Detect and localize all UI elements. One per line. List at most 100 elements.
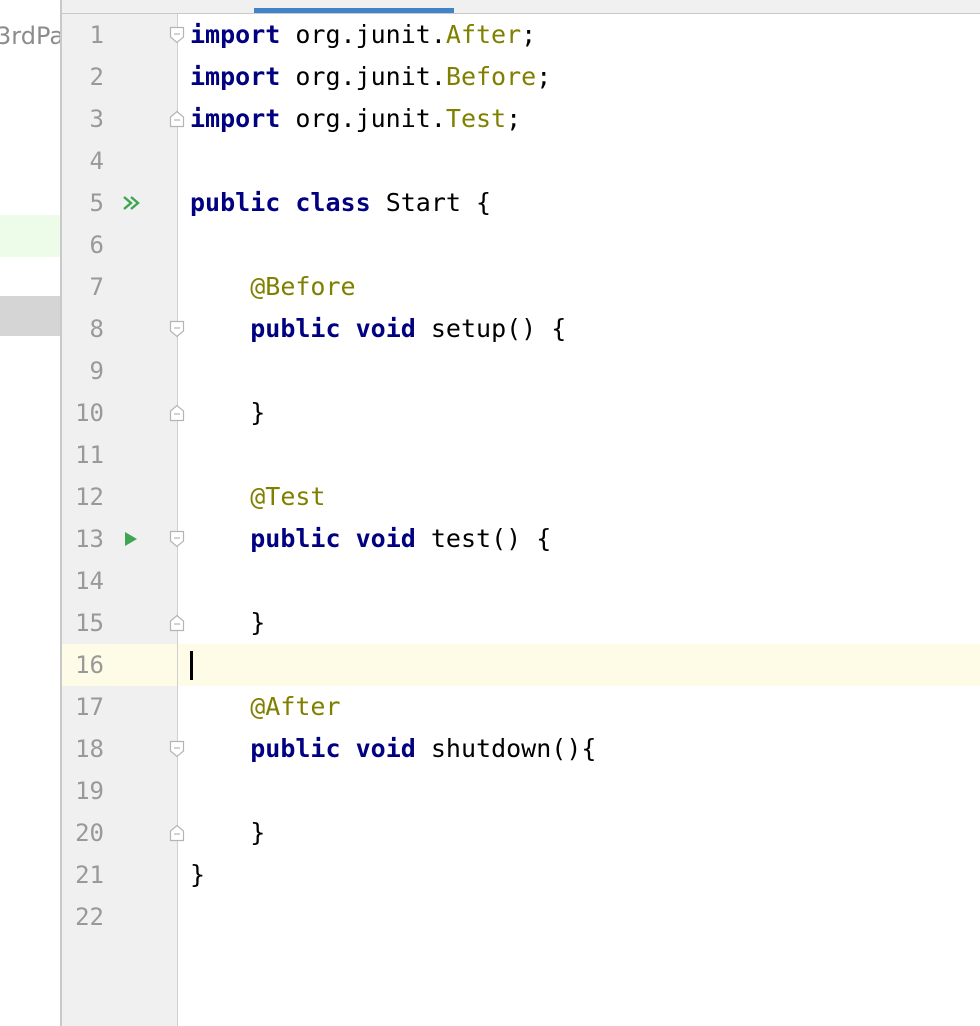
line-number[interactable]: 5 (62, 190, 104, 216)
code-token: } (190, 818, 266, 847)
line-number[interactable]: 13 (62, 526, 104, 552)
line-number[interactable]: 17 (62, 694, 104, 720)
code-token: } (190, 608, 266, 637)
gutter-line: 13 (62, 518, 185, 560)
code-line[interactable] (190, 224, 970, 266)
text-caret (190, 651, 193, 680)
code-line[interactable] (190, 350, 970, 392)
code-line[interactable] (190, 896, 970, 938)
project-tree-row-selected[interactable] (0, 296, 60, 336)
keyword-token: import (190, 104, 281, 133)
fold-start-icon[interactable] (169, 26, 185, 44)
line-number[interactable]: 2 (62, 64, 104, 90)
active-tab-indicator[interactable] (254, 8, 454, 13)
gutter-line: 8 (62, 308, 185, 350)
code-editor[interactable]: import org.junit.After; import org.junit.… (190, 14, 970, 938)
line-number[interactable]: 12 (62, 484, 104, 510)
keyword-token: public (190, 188, 281, 217)
line-number[interactable]: 8 (62, 316, 104, 342)
class-token: After (445, 20, 522, 49)
code-line[interactable]: public void setup() { (190, 308, 970, 350)
annotation-token: @After (250, 692, 341, 721)
line-number[interactable]: 18 (62, 736, 104, 762)
code-token: } (190, 860, 206, 889)
fold-end-icon[interactable] (169, 614, 185, 632)
fold-start-icon[interactable] (169, 320, 185, 338)
code-line[interactable]: import org.junit.After; (190, 14, 970, 56)
code-line[interactable]: import org.junit.Test; (190, 98, 970, 140)
gutter-line: 14 (62, 560, 177, 602)
line-number[interactable]: 1 (62, 22, 104, 48)
code-token: ; (536, 62, 552, 91)
code-line[interactable]: public void test() { (190, 518, 970, 560)
code-line[interactable] (190, 770, 970, 812)
line-number[interactable]: 6 (62, 232, 104, 258)
line-number[interactable]: 4 (62, 148, 104, 174)
code-line[interactable]: @After (190, 686, 970, 728)
keyword-token: class (295, 188, 371, 217)
code-line[interactable] (190, 560, 970, 602)
gutter-line: 6 (62, 224, 177, 266)
project-tree-item-label[interactable]: 3rdPa (0, 22, 60, 50)
class-token: Test (445, 104, 507, 133)
gutter-line: 19 (62, 770, 177, 812)
line-number[interactable]: 3 (62, 106, 104, 132)
gutter-line: 3 (62, 98, 185, 140)
fold-start-icon[interactable] (169, 740, 185, 758)
line-number[interactable]: 21 (62, 862, 104, 888)
code-token: shutdown(){ (415, 734, 597, 763)
class-token: Before (445, 62, 537, 91)
code-line[interactable]: public void shutdown(){ (190, 728, 970, 770)
keyword-token: public (250, 524, 341, 553)
code-line[interactable] (190, 434, 970, 476)
line-number[interactable]: 10 (62, 400, 104, 426)
line-number[interactable]: 14 (62, 568, 104, 594)
project-tree-row-highlighted[interactable] (0, 215, 60, 257)
code-token: ; (506, 104, 522, 133)
code-line[interactable]: } (190, 854, 970, 896)
annotation-token: @Before (250, 272, 356, 301)
code-line[interactable]: @Before (190, 266, 970, 308)
line-number[interactable]: 11 (62, 442, 104, 468)
run-test-icon[interactable] (122, 530, 142, 548)
code-line[interactable]: } (190, 602, 970, 644)
gutter-line: 11 (62, 434, 177, 476)
line-number[interactable]: 22 (62, 904, 104, 930)
line-number[interactable]: 16 (62, 652, 104, 678)
code-line[interactable]: @Test (190, 476, 970, 518)
gutter-divider (177, 14, 178, 1026)
line-number[interactable]: 7 (62, 274, 104, 300)
code-line[interactable]: } (190, 812, 970, 854)
code-token: org.junit. (280, 20, 446, 49)
fold-end-icon[interactable] (169, 404, 185, 422)
code-token: setup() { (415, 314, 567, 343)
code-line[interactable] (190, 140, 970, 182)
keyword-token: public (250, 314, 341, 343)
line-number[interactable]: 9 (62, 358, 104, 384)
line-number[interactable]: 20 (62, 820, 104, 846)
fold-end-icon[interactable] (169, 110, 185, 128)
gutter-line: 10 (62, 392, 185, 434)
code-line[interactable] (190, 644, 970, 686)
fold-end-icon[interactable] (169, 824, 185, 842)
project-pane: 3rdPa (0, 0, 60, 1026)
code-line[interactable]: } (190, 392, 970, 434)
fold-start-icon[interactable] (169, 530, 185, 548)
line-number[interactable]: 15 (62, 610, 104, 636)
code-line[interactable]: public class Start { (190, 182, 970, 224)
keyword-token: import (190, 62, 281, 91)
gutter-line: 2 (62, 56, 177, 98)
keyword-token: void (355, 734, 416, 763)
run-all-tests-icon[interactable] (122, 194, 142, 212)
line-number[interactable]: 19 (62, 778, 104, 804)
code-token: } (190, 398, 266, 427)
gutter-line: 20 (62, 812, 185, 854)
code-line[interactable]: import org.junit.Before; (190, 56, 970, 98)
